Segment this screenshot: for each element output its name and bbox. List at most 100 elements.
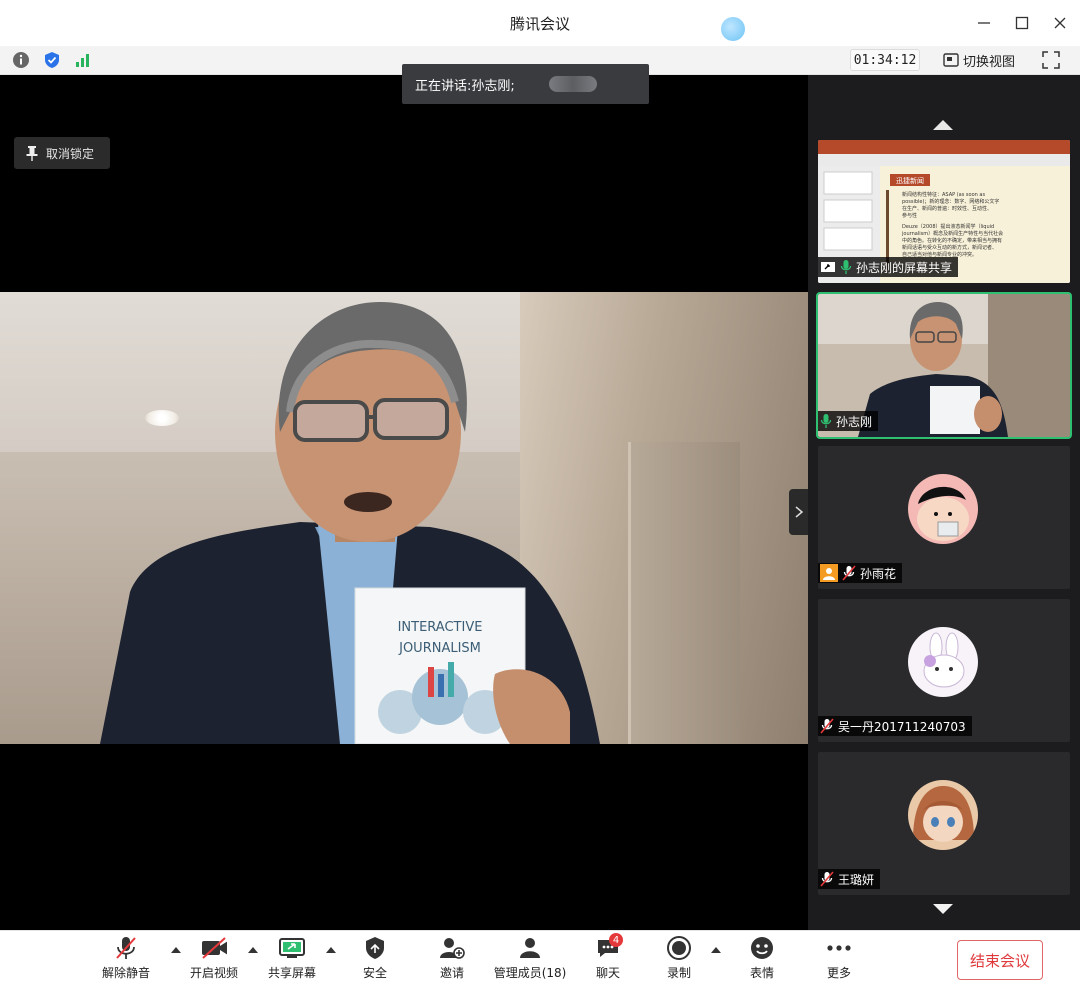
manage-members-label: 管理成员(18) — [493, 966, 567, 980]
microphone-on-icon — [840, 260, 852, 274]
slide-line-2: possible)；新的理念：数字、网络和公文字 — [902, 198, 999, 205]
record-options-caret-icon[interactable] — [711, 947, 721, 953]
switch-view-label: 切换视图 — [963, 54, 1016, 70]
network-status-button[interactable] — [73, 50, 93, 70]
members-icon — [520, 938, 540, 958]
more-dots-icon — [827, 945, 851, 951]
microphone-muted-icon — [842, 565, 856, 581]
maximize-button[interactable] — [1004, 0, 1040, 46]
speaker-video[interactable]: INTERACTIVE JOURNALISM — [0, 292, 808, 744]
participant-name: 吴一丹201711240703 — [838, 719, 966, 734]
pin-icon — [26, 146, 38, 161]
title-bar: 腾讯会议 — [0, 0, 1080, 46]
participant-label: 吴一丹201711240703 — [818, 716, 972, 736]
share-screen-button[interactable]: 共享屏幕 — [265, 935, 319, 985]
start-video-button[interactable]: 开启视频 — [188, 935, 240, 985]
manage-members-button[interactable]: 管理成员(18) — [494, 935, 566, 985]
invite-label: 邀请 — [439, 966, 464, 980]
window-controls — [966, 0, 1080, 46]
fullscreen-button[interactable] — [1041, 50, 1061, 70]
slide-line-7: 中的角色。在转化的不确定，带来相当与拥有 — [902, 237, 1002, 244]
participant-name: 孙志刚的屏幕共享 — [856, 260, 953, 275]
user-avatar-icon[interactable] — [721, 17, 745, 41]
minimize-button[interactable] — [966, 0, 1002, 46]
security-status-button[interactable] — [42, 50, 62, 70]
participant-label: 王璐妍 — [818, 869, 881, 889]
end-meeting-button[interactable]: 结束会议 — [957, 940, 1043, 980]
chevron-right-icon — [795, 506, 803, 518]
info-icon — [13, 52, 29, 68]
video-door — [628, 442, 740, 744]
camera-off-icon — [202, 937, 227, 959]
speaker-name: 孙志刚; — [471, 78, 515, 94]
participant-tile-video[interactable]: 孙志刚 — [816, 292, 1072, 439]
shield-icon — [366, 937, 384, 959]
participant-tile-avatar[interactable]: 王璐妍 — [818, 752, 1070, 895]
scroll-down-arrow-icon[interactable] — [932, 903, 954, 915]
participant-label: 孙志刚 — [818, 411, 879, 431]
scroll-up-arrow-icon[interactable] — [932, 119, 954, 131]
fullscreen-icon — [1042, 51, 1060, 69]
emoji-label: 表情 — [749, 966, 774, 980]
active-speaker-banner: 正在讲话: 孙志刚; — [402, 64, 649, 104]
record-button[interactable]: 录制 — [662, 935, 696, 985]
participant-name: 孙雨花 — [860, 566, 897, 581]
add-user-icon — [440, 938, 465, 959]
bunny-avatar-icon — [908, 627, 978, 697]
more-button[interactable]: 更多 — [822, 935, 856, 985]
audio-options-caret-icon[interactable] — [171, 947, 181, 953]
meeting-window: 腾讯会议 01:34:12 切换视图 INTERACTIVE JOURNALIS… — [0, 0, 1080, 987]
close-button[interactable] — [1042, 0, 1078, 46]
shield-check-icon — [45, 52, 59, 68]
meeting-timer: 01:34:12 — [850, 49, 920, 71]
unmute-button[interactable]: 解除静音 — [100, 935, 152, 985]
video-options-caret-icon[interactable] — [248, 947, 258, 953]
record-label: 录制 — [666, 966, 691, 980]
unmute-label: 解除静音 — [101, 966, 150, 980]
meeting-toolbar: 解除静音 开启视频 共享屏幕 安全 邀请 管理成员(18) 4 聊天 录制 表情… — [0, 930, 1080, 987]
unpin-button[interactable]: 取消锁定 — [14, 137, 110, 169]
slide-line-3: 在生产、新闻的普遍：时效性、互动性、 — [902, 205, 992, 212]
minimize-icon — [978, 22, 990, 24]
share-screen-label: 共享屏幕 — [267, 966, 316, 980]
slide-line-4: 参与性 — [902, 212, 917, 219]
participant-label: 孙雨花 — [818, 563, 903, 583]
participant-label: 孙志刚的屏幕共享 — [818, 257, 959, 277]
security-button[interactable]: 安全 — [354, 935, 396, 985]
slide-heading: 迅捷新闻 — [896, 176, 924, 185]
switch-view-button[interactable]: 切换视图 — [943, 49, 1015, 71]
window-title: 腾讯会议 — [509, 14, 570, 33]
screen-share-icon — [279, 938, 305, 958]
participant-name: 王璐妍 — [838, 872, 875, 887]
collapse-sidebar-button[interactable] — [789, 489, 808, 535]
share-options-caret-icon[interactable] — [326, 947, 336, 953]
participant-avatar — [908, 474, 978, 544]
invite-button[interactable]: 邀请 — [431, 935, 473, 985]
chat-button[interactable]: 4 聊天 — [590, 933, 626, 985]
participant-tile-avatar[interactable]: 孙雨花 — [818, 446, 1070, 589]
slide-line-8: 新闻话语与受众互动的新方式，新闻记者、 — [902, 244, 997, 251]
speaker-figure: INTERACTIVE JOURNALISM — [100, 302, 600, 744]
participant-avatar — [908, 627, 978, 697]
participant-tile-screen-share[interactable]: 迅捷新闻 新闻结构性特征：ASAP (as soon as possible)；… — [818, 140, 1070, 283]
emoji-button[interactable]: 表情 — [745, 935, 779, 985]
participant-name: 孙志刚 — [836, 414, 873, 429]
participant-tile-avatar[interactable]: 吴一丹201711240703 — [818, 599, 1070, 742]
microphone-on-icon — [820, 414, 832, 428]
microphone-muted-icon — [116, 937, 136, 959]
meeting-info-button[interactable] — [11, 50, 31, 70]
start-video-label: 开启视频 — [189, 966, 238, 980]
close-icon — [1054, 17, 1066, 29]
signal-bars-icon — [76, 54, 89, 67]
smiley-icon — [751, 937, 773, 959]
more-label: 更多 — [826, 966, 851, 980]
record-icon — [667, 936, 691, 960]
anime-girl-avatar-icon — [908, 780, 978, 850]
slide-line-6: journalism）概念及新闻生产特性与当代社会 — [901, 230, 1003, 237]
participant-avatar — [908, 780, 978, 850]
screen-share-icon — [821, 262, 835, 272]
unpin-label: 取消锁定 — [46, 146, 95, 161]
slide-line-5: Deuze（2008）提出液态新闻学（liquid — [902, 223, 994, 230]
slide-line-1: 新闻结构性特征：ASAP (as soon as — [902, 191, 985, 198]
chat-unread-badge: 4 — [609, 933, 623, 947]
